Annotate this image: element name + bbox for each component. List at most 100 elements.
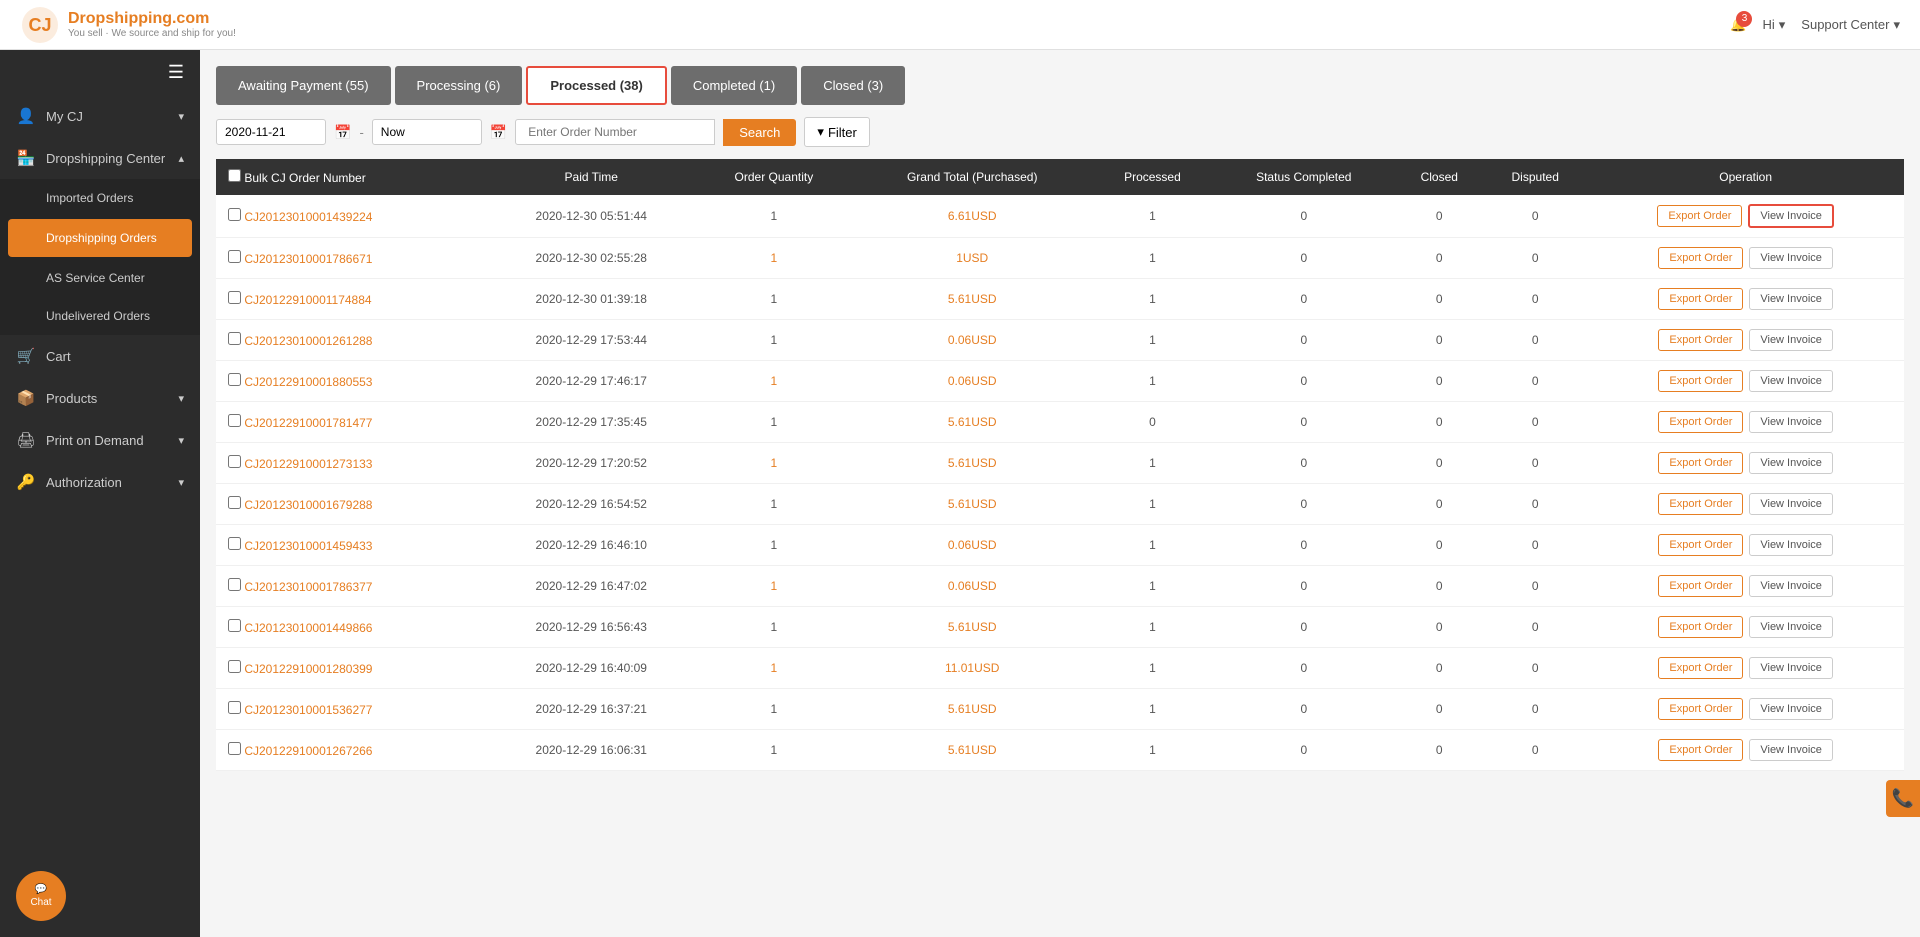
as-service-center-label: AS Service Center	[46, 271, 145, 285]
view-invoice-button[interactable]: View Invoice	[1749, 452, 1833, 474]
cell-completed: 0	[1212, 484, 1395, 525]
row-checkbox-9[interactable]	[228, 578, 241, 591]
export-order-button[interactable]: Export Order	[1658, 247, 1743, 269]
user-menu[interactable]: Hi ▾	[1762, 17, 1785, 33]
export-order-button[interactable]: Export Order	[1658, 452, 1743, 474]
support-center[interactable]: Support Center ▾	[1801, 17, 1900, 33]
row-checkbox-7[interactable]	[228, 496, 241, 509]
side-float-button[interactable]: 📞	[1886, 780, 1920, 817]
row-checkbox-8[interactable]	[228, 537, 241, 550]
sidebar-item-dropshipping-orders[interactable]: Dropshipping Orders	[8, 219, 192, 257]
col-header-closed: Closed	[1395, 159, 1483, 195]
view-invoice-button[interactable]: View Invoice	[1749, 534, 1833, 556]
view-invoice-button[interactable]: View Invoice	[1749, 411, 1833, 433]
search-button[interactable]: Search	[723, 119, 796, 146]
view-invoice-button[interactable]: View Invoice	[1749, 575, 1833, 597]
order-number-input[interactable]	[515, 119, 715, 145]
date-from-input[interactable]	[216, 119, 326, 145]
sidebar-item-my-cj[interactable]: 👤 My CJ ▾	[0, 95, 200, 137]
table-row: CJ20123010001786377 2020-12-29 16:47:02 …	[216, 566, 1904, 607]
cell-paid-time: 2020-12-30 02:55:28	[486, 238, 696, 279]
tab-processing[interactable]: Processing (6)	[395, 66, 523, 105]
cell-closed: 0	[1395, 566, 1483, 607]
sidebar-item-print-on-demand[interactable]: 🖨 Print on Demand ▾	[0, 419, 200, 461]
row-checkbox-2[interactable]	[228, 291, 241, 304]
calendar-icon-to[interactable]: 📅	[490, 124, 507, 141]
sidebar-item-undelivered-orders[interactable]: Undelivered Orders	[0, 297, 200, 335]
sidebar-item-cart[interactable]: 🛒 Cart	[0, 335, 200, 377]
sidebar-item-products[interactable]: 📦 Products ▾	[0, 377, 200, 419]
export-order-button[interactable]: Export Order	[1658, 534, 1743, 556]
cell-order-id: CJ20122910001781477	[216, 402, 486, 443]
export-order-button[interactable]: Export Order	[1658, 329, 1743, 351]
export-order-button[interactable]: Export Order	[1658, 575, 1743, 597]
view-invoice-button[interactable]: View Invoice	[1748, 204, 1834, 228]
cell-total: 5.61USD	[852, 402, 1093, 443]
row-checkbox-0[interactable]	[228, 208, 241, 221]
cell-paid-time: 2020-12-29 17:20:52	[486, 443, 696, 484]
row-checkbox-3[interactable]	[228, 332, 241, 345]
row-checkbox-13[interactable]	[228, 742, 241, 755]
cell-qty: 1	[696, 279, 852, 320]
export-order-button[interactable]: Export Order	[1658, 288, 1743, 310]
row-checkbox-5[interactable]	[228, 414, 241, 427]
row-checkbox-12[interactable]	[228, 701, 241, 714]
filter-bar: 📅 - 📅 Search ▾ Filter	[216, 117, 1904, 147]
col-header-disputed: Disputed	[1483, 159, 1587, 195]
select-all-checkbox[interactable]	[228, 169, 241, 182]
export-order-button[interactable]: Export Order	[1658, 698, 1743, 720]
view-invoice-button[interactable]: View Invoice	[1749, 493, 1833, 515]
view-invoice-button[interactable]: View Invoice	[1749, 616, 1833, 638]
cell-operation: Export Order View Invoice	[1587, 566, 1904, 607]
col-header-order-qty: Order Quantity	[696, 159, 852, 195]
sidebar-item-imported-orders[interactable]: Imported Orders	[0, 179, 200, 217]
logo-title: Dropshipping.com	[68, 10, 236, 28]
export-order-button[interactable]: Export Order	[1658, 411, 1743, 433]
row-checkbox-6[interactable]	[228, 455, 241, 468]
tab-processed[interactable]: Processed (38)	[526, 66, 667, 105]
row-checkbox-1[interactable]	[228, 250, 241, 263]
order-id-value: CJ20123010001679288	[244, 498, 372, 512]
cell-processed: 1	[1093, 689, 1213, 730]
export-order-button[interactable]: Export Order	[1658, 370, 1743, 392]
dropshipping-submenu: Imported Orders Dropshipping Orders AS S…	[0, 179, 200, 335]
export-order-button[interactable]: Export Order	[1658, 616, 1743, 638]
order-id-value: CJ20123010001459433	[244, 539, 372, 553]
view-invoice-button[interactable]: View Invoice	[1749, 247, 1833, 269]
sidebar-item-dropshipping-center[interactable]: 🏪 Dropshipping Center ▴	[0, 137, 200, 179]
cell-order-id: CJ20122910001273133	[216, 443, 486, 484]
row-checkbox-4[interactable]	[228, 373, 241, 386]
sidebar-item-authorization[interactable]: 🔑 Authorization ▾	[0, 461, 200, 503]
view-invoice-button[interactable]: View Invoice	[1749, 657, 1833, 679]
cell-operation: Export Order View Invoice	[1587, 402, 1904, 443]
cell-order-id: CJ20123010001679288	[216, 484, 486, 525]
view-invoice-button[interactable]: View Invoice	[1749, 370, 1833, 392]
row-checkbox-10[interactable]	[228, 619, 241, 632]
cell-qty: 1	[696, 484, 852, 525]
export-order-button[interactable]: Export Order	[1658, 493, 1743, 515]
sidebar-item-as-service-center[interactable]: AS Service Center	[0, 259, 200, 297]
logo-icon: CJ	[20, 5, 60, 45]
chat-button[interactable]: 💬 Chat	[16, 871, 66, 921]
view-invoice-button[interactable]: View Invoice	[1749, 329, 1833, 351]
notification-bell[interactable]: 🔔 3	[1730, 17, 1746, 33]
view-invoice-button[interactable]: View Invoice	[1749, 698, 1833, 720]
export-order-button[interactable]: Export Order	[1657, 205, 1742, 227]
chevron-up-icon: ▴	[178, 152, 184, 165]
tab-completed[interactable]: Completed (1)	[671, 66, 797, 105]
date-to-input[interactable]	[372, 119, 482, 145]
filter-button[interactable]: ▾ Filter	[804, 117, 869, 147]
export-order-button[interactable]: Export Order	[1658, 657, 1743, 679]
imported-orders-label: Imported Orders	[46, 191, 133, 205]
hamburger-menu[interactable]: ☰	[0, 50, 200, 95]
view-invoice-button[interactable]: View Invoice	[1749, 288, 1833, 310]
view-invoice-button[interactable]: View Invoice	[1749, 739, 1833, 761]
tab-awaiting-payment[interactable]: Awaiting Payment (55)	[216, 66, 391, 105]
cell-closed: 0	[1395, 607, 1483, 648]
export-order-button[interactable]: Export Order	[1658, 739, 1743, 761]
calendar-icon-from[interactable]: 📅	[334, 124, 351, 141]
tab-closed[interactable]: Closed (3)	[801, 66, 905, 105]
row-checkbox-11[interactable]	[228, 660, 241, 673]
cell-order-id: CJ20123010001786671	[216, 238, 486, 279]
cell-closed: 0	[1395, 320, 1483, 361]
